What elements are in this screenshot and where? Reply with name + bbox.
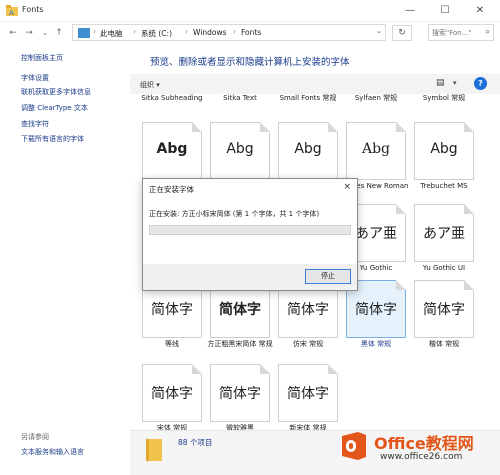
folder-icon — [78, 28, 90, 38]
page-heading: 预览、删除或者显示和隐藏计算机上安装的字体 — [150, 57, 350, 68]
crumb-this-pc[interactable]: 此电脑 — [100, 28, 123, 39]
font-label: 方正粗黑宋简体 常规 — [207, 340, 273, 348]
crumb-fonts[interactable]: Fonts — [241, 28, 261, 37]
font-tile[interactable]: Abg — [210, 122, 270, 180]
font-settings-link[interactable]: 字体设置 — [21, 73, 49, 83]
font-label: Small Fonts 常规 — [279, 94, 337, 102]
font-sample: Abg — [294, 141, 322, 157]
search-icon[interactable]: ⌕ — [486, 27, 490, 37]
recent-dropdown-icon[interactable]: ⌄ — [38, 25, 52, 41]
font-tile[interactable]: 简体字 — [142, 364, 202, 422]
forward-icon[interactable]: → — [22, 25, 36, 41]
watermark-url: www.office26.com — [380, 452, 463, 462]
font-tile[interactable]: 简体字 — [414, 280, 474, 338]
view-dropdown-icon[interactable]: ▾ — [453, 79, 457, 87]
font-tile[interactable]: 简体字 — [210, 364, 270, 422]
installing-fonts-dialog: 正在安装字体 × 正在安装: 方正小标宋简体 (第 1 个字体，共 1 个字体)… — [142, 178, 358, 291]
control-panel-home-link[interactable]: 控制面板主页 — [21, 53, 63, 63]
font-sample: 简体字 — [287, 302, 329, 318]
crumb-windows[interactable]: Windows — [193, 28, 226, 37]
crumb-system-c[interactable]: 系统 (C:) — [141, 28, 172, 39]
font-sample: Abg — [430, 141, 458, 157]
stop-button[interactable]: 停止 — [305, 269, 351, 284]
font-sample: Abg — [156, 141, 188, 157]
font-label: Trebuchet MS — [420, 182, 468, 190]
dialog-title: 正在安装字体 — [149, 185, 194, 194]
back-icon[interactable]: ← — [6, 25, 20, 41]
install-progress-bar — [149, 225, 351, 235]
view-icon[interactable]: ▤ — [436, 78, 445, 88]
help-icon[interactable]: ? — [474, 77, 487, 90]
item-count: 88 个项目 — [178, 438, 213, 447]
font-label: Yu Gothic UI — [422, 264, 466, 272]
close-icon[interactable]: ✕ — [460, 0, 500, 22]
font-sample: 简体字 — [219, 386, 261, 402]
font-label: Sylfaen 常规 — [354, 94, 398, 102]
font-tile[interactable]: Abg — [346, 122, 406, 180]
watermark: Office教程网 www.office26.com — [338, 428, 500, 475]
font-sample: 简体字 — [355, 302, 397, 318]
dialog-footer: 停止 — [143, 264, 357, 290]
font-sample: 简体字 — [151, 302, 193, 318]
fonts-folder-icon — [146, 439, 162, 461]
download-all-fonts-link[interactable]: 下载所有语言的字体 — [21, 134, 84, 144]
font-sample: Abg — [361, 141, 391, 157]
font-sample: 简体字 — [287, 386, 329, 402]
font-tile[interactable]: Abg — [142, 122, 202, 180]
title-bar: A Fonts — ☐ ✕ — [0, 0, 500, 22]
search-box[interactable]: ⌕ — [428, 24, 494, 41]
cleartype-link[interactable]: 调整 ClearType 文本 — [21, 103, 88, 113]
font-label: 黑体 常规 — [360, 340, 392, 348]
font-tile[interactable]: 简体字 — [278, 364, 338, 422]
text-services-link[interactable]: 文本服务和输入语言 — [21, 447, 84, 457]
font-sample: 简体字 — [423, 302, 465, 318]
window-title: Fonts — [22, 5, 44, 14]
refresh-icon[interactable]: ↻ — [392, 25, 412, 41]
find-character-link[interactable]: 查找字符 — [21, 119, 49, 129]
maximize-icon[interactable]: ☐ — [425, 0, 465, 22]
search-input[interactable] — [429, 25, 481, 40]
font-label: 仿宋 常规 — [292, 340, 324, 348]
svg-text:A: A — [9, 9, 14, 16]
address-bar[interactable]: › 此电脑 › 系统 (C:) › Windows › Fonts ⌄ — [72, 24, 386, 41]
font-tile[interactable]: Abg — [278, 122, 338, 180]
address-row: ← → ⌄ ↑ › 此电脑 › 系统 (C:) › Windows › Font… — [0, 22, 500, 44]
navigation-pane: 控制面板主页 字体设置 联机获取更多字体信息 调整 ClearType 文本 查… — [0, 44, 130, 475]
up-icon[interactable]: ↑ — [52, 25, 66, 41]
command-bar: 组织 ▾ ▤ ▾ ? — [130, 74, 500, 94]
close-icon[interactable]: × — [343, 182, 351, 192]
watermark-brand: Office教程网 — [374, 434, 474, 453]
minimize-icon[interactable]: — — [390, 0, 430, 22]
install-status-text: 正在安装: 方正小标宋简体 (第 1 个字体，共 1 个字体) — [149, 210, 320, 218]
font-label: 等线 — [165, 340, 179, 348]
organize-button[interactable]: 组织 ▾ — [140, 80, 160, 90]
font-sample: Abg — [226, 141, 254, 157]
font-tile[interactable]: あア亜 — [414, 204, 474, 262]
get-more-font-info-link[interactable]: 联机获取更多字体信息 — [21, 87, 91, 97]
font-label: Sitka Text — [223, 94, 257, 102]
fonts-folder-icon: A — [6, 5, 18, 16]
address-dropdown-icon[interactable]: ⌄ — [376, 27, 382, 35]
office-logo-icon — [342, 432, 366, 460]
font-tile[interactable]: Abg — [414, 122, 474, 180]
font-label: 楷体 常规 — [428, 340, 460, 348]
font-label: Sitka Subheading — [141, 94, 203, 102]
font-label: Symbol 常规 — [422, 94, 466, 102]
font-sample: 简体字 — [219, 302, 261, 318]
font-sample: あア亜 — [423, 226, 465, 242]
see-also-label: 另请参阅 — [21, 433, 49, 441]
font-sample: 简体字 — [151, 386, 193, 402]
